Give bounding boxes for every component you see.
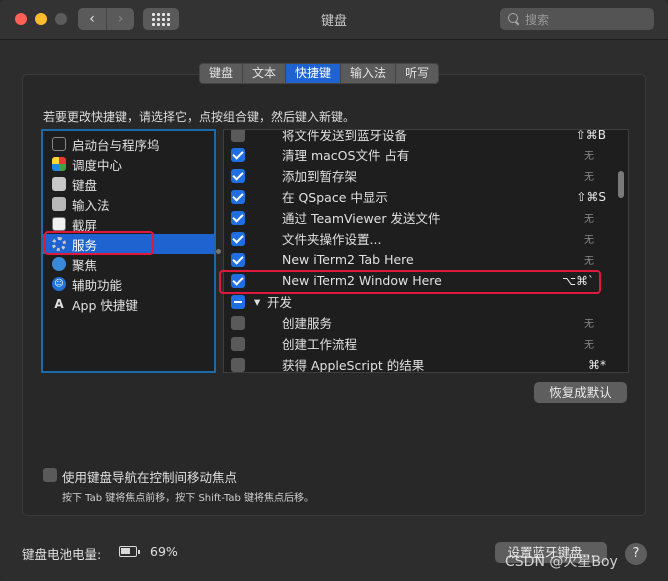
shortcut-key[interactable]: 无 <box>584 210 594 225</box>
keyboard-navigation-checkbox[interactable] <box>43 468 57 482</box>
tab-bar: 键盘 文本 快捷键 输入法 听写 <box>199 63 440 84</box>
accessibility-icon: ☺ <box>52 277 66 291</box>
shortcut-label: 添加到暂存架 <box>282 169 358 184</box>
search-field[interactable]: 搜索 <box>500 8 654 30</box>
category-item-input-sources[interactable]: 输入法 <box>43 194 214 214</box>
launchpad-icon <box>52 137 66 151</box>
shortcut-key[interactable]: 无 <box>584 231 594 246</box>
watermark: CSDN @火星Boy <box>505 554 618 570</box>
shortcut-row[interactable]: 清理 macOS文件 占有 无 <box>224 144 614 165</box>
title-bar: ‹ › 键盘 搜索 <box>0 0 668 40</box>
tab-keyboard[interactable]: 键盘 <box>200 64 242 83</box>
shortcut-row[interactable]: 添加到暂存架 无 <box>224 165 614 186</box>
shortcut-key[interactable]: 无 <box>584 147 594 162</box>
category-item-mission-control[interactable]: 调度中心 <box>43 154 214 174</box>
highlight-box-services <box>44 231 154 255</box>
category-label: 输入法 <box>72 197 110 213</box>
category-label: 启动台与程序坞 <box>72 137 160 153</box>
shortcut-row[interactable]: 创建服务 无 <box>224 312 614 333</box>
shortcut-checkbox[interactable] <box>231 169 245 183</box>
battery-percent: 69% <box>150 544 178 559</box>
search-placeholder: 搜索 <box>525 12 550 27</box>
shortcut-checkbox[interactable] <box>231 190 245 204</box>
shortcut-label: 将文件发送到蓝牙设备 <box>282 129 408 143</box>
screenshot-icon <box>52 217 66 231</box>
shortcut-key[interactable]: ⇧⌘B <box>576 130 606 142</box>
category-label: 调度中心 <box>72 157 123 173</box>
shortcut-row[interactable]: New iTerm2 Tab Here 无 <box>224 249 614 270</box>
shortcut-key[interactable]: 无 <box>584 252 594 267</box>
shortcut-key[interactable]: ⌘* <box>588 358 606 372</box>
shortcut-list[interactable]: 将文件发送到蓝牙设备 ⇧⌘B 清理 macOS文件 占有 无 添加到暂存架 无 … <box>223 129 629 373</box>
shortcut-label: 通过 TeamViewer 发送文件 <box>282 211 441 226</box>
shortcut-label: 在 QSpace 中显示 <box>282 190 388 205</box>
shortcut-checkbox[interactable] <box>231 130 245 142</box>
tab-text[interactable]: 文本 <box>242 64 285 83</box>
shortcut-row[interactable]: 获得 AppleScript 的结果 ⌘* <box>224 354 614 373</box>
category-item-accessibility[interactable]: ☺ 辅助功能 <box>43 274 214 294</box>
search-icon <box>508 13 520 25</box>
category-label: 键盘 <box>72 177 98 193</box>
vertical-scrollbar[interactable] <box>618 171 624 198</box>
tab-shortcuts[interactable]: 快捷键 <box>285 64 341 83</box>
shortcut-label: 创建工作流程 <box>282 337 358 352</box>
shortcut-checkbox[interactable] <box>231 232 245 246</box>
tab-dictation[interactable]: 听写 <box>395 64 438 83</box>
shortcut-label: 文件夹操作设置... <box>282 232 382 247</box>
highlight-box-iterm2-window <box>219 270 601 294</box>
help-button[interactable]: ? <box>625 543 647 565</box>
shortcut-label: 清理 macOS文件 占有 <box>282 148 410 163</box>
category-label: 聚焦 <box>72 257 98 273</box>
shortcut-checkbox[interactable] <box>231 253 245 267</box>
shortcut-row[interactable]: 文件夹操作设置... 无 <box>224 228 614 249</box>
mission-control-icon <box>52 157 66 171</box>
input-source-icon <box>52 197 66 211</box>
group-row-development[interactable]: ▾ 开发 <box>224 291 614 312</box>
shortcut-checkbox[interactable] <box>231 316 245 330</box>
shortcut-label: 获得 AppleScript 的结果 <box>282 358 425 373</box>
restore-defaults-button[interactable]: 恢复成默认 <box>534 382 627 403</box>
shortcut-checkbox[interactable] <box>231 358 245 372</box>
shortcut-checkbox[interactable] <box>231 211 245 225</box>
spotlight-icon <box>52 257 66 271</box>
shortcut-row[interactable]: 创建工作流程 无 <box>224 333 614 354</box>
shortcut-label: 创建服务 <box>282 316 333 331</box>
shortcut-row[interactable]: 通过 TeamViewer 发送文件 无 <box>224 207 614 228</box>
keyboard-navigation-label[interactable]: 使用键盘导航在控制间移动焦点 <box>62 467 237 486</box>
app-shortcuts-icon: A <box>54 297 64 311</box>
group-label: 开发 <box>267 295 293 310</box>
shortcut-key[interactable]: ⇧⌘S <box>576 190 606 204</box>
category-label: App 快捷键 <box>72 297 138 313</box>
shortcut-key[interactable]: 无 <box>584 315 594 330</box>
keyboard-preferences-window: ‹ › 键盘 搜索 键盘 文本 快捷键 输入法 听写 若要更改快捷键，请选择它，… <box>0 0 668 581</box>
category-item-launchpad[interactable]: 启动台与程序坞 <box>43 134 214 154</box>
category-item-keyboard[interactable]: 键盘 <box>43 174 214 194</box>
split-handle[interactable] <box>216 249 221 254</box>
instructions-text: 若要更改快捷键，请选择它，点按组合键，然后键入新键。 <box>43 110 356 124</box>
keyboard-icon <box>52 177 66 191</box>
keyboard-navigation-hint: 按下 Tab 键将焦点前移，按下 Shift-Tab 键将焦点后移。 <box>62 493 314 504</box>
shortcut-checkbox[interactable] <box>231 148 245 162</box>
tab-input-sources[interactable]: 输入法 <box>340 64 395 83</box>
shortcut-row[interactable]: 将文件发送到蓝牙设备 ⇧⌘B <box>224 129 614 145</box>
shortcut-key[interactable]: 无 <box>584 168 594 183</box>
battery-icon <box>119 546 140 557</box>
shortcut-checkbox[interactable] <box>231 337 245 351</box>
shortcut-label: New iTerm2 Tab Here <box>282 252 414 267</box>
category-item-spotlight[interactable]: 聚焦 <box>43 254 214 274</box>
group-checkbox[interactable] <box>231 295 245 309</box>
shortcut-key[interactable]: 无 <box>584 336 594 351</box>
battery-level-label: 键盘电池电量: <box>22 547 102 562</box>
category-label: 辅助功能 <box>72 277 123 293</box>
category-item-app-shortcuts[interactable]: A App 快捷键 <box>43 294 214 314</box>
disclosure-triangle-icon[interactable]: ▾ <box>254 294 260 309</box>
shortcut-row[interactable]: 在 QSpace 中显示 ⇧⌘S <box>224 186 614 207</box>
